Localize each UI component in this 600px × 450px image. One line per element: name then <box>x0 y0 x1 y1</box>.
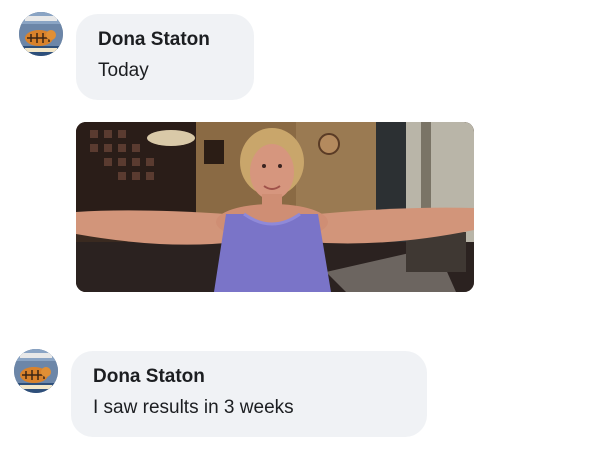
tiger-avatar-icon <box>14 349 58 393</box>
tiger-avatar-icon <box>19 12 63 56</box>
message-bubble[interactable]: Dona Staton I saw results in 3 weeks <box>71 351 427 437</box>
message-bubble[interactable]: Dona Staton Today <box>76 14 254 100</box>
avatar[interactable] <box>14 349 58 393</box>
message-author[interactable]: Dona Staton <box>98 29 254 51</box>
message-photo[interactable] <box>76 122 474 292</box>
message-text: Today <box>98 60 149 81</box>
message-author[interactable]: Dona Staton <box>93 366 427 388</box>
message-text: I saw results in 3 weeks <box>93 397 294 418</box>
avatar[interactable] <box>19 12 63 56</box>
woman-arms-outstretched-photo <box>76 122 474 292</box>
